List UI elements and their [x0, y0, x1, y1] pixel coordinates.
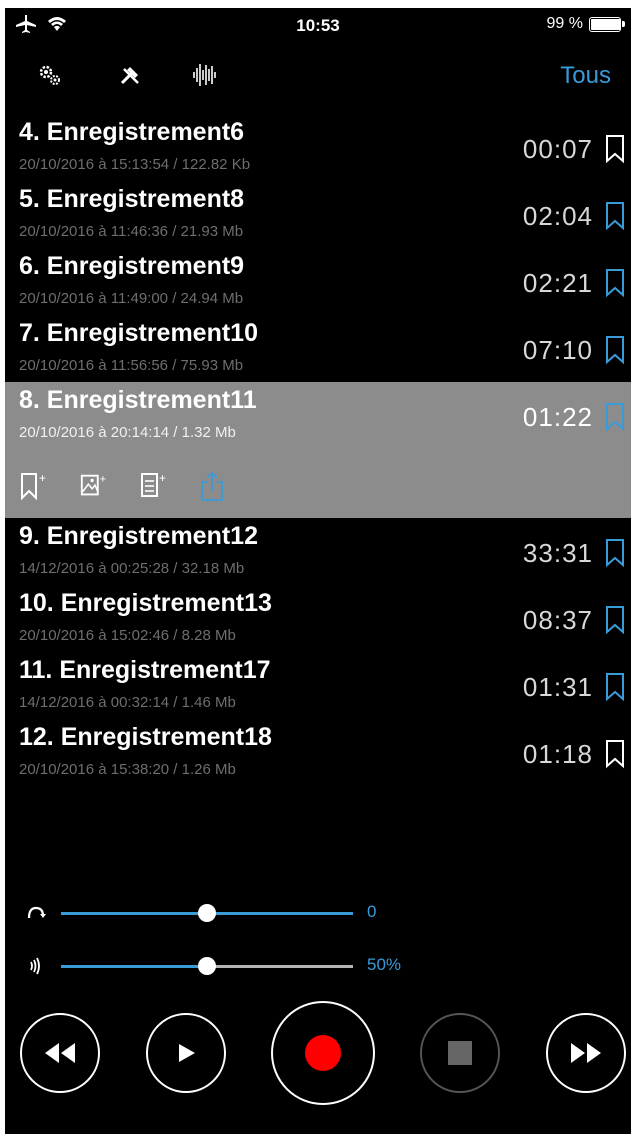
recording-meta: 20/10/2016 à 11:49:00 / 24.94 Mb — [19, 290, 244, 307]
recording-title: 8. Enregistrement11 — [19, 386, 257, 414]
recording-meta: 20/10/2016 à 11:56:56 / 75.93 Mb — [19, 357, 244, 374]
recording-title: 4. Enregistrement6 — [19, 118, 245, 146]
recording-row[interactable]: 11. Enregistrement17 14/12/2016 à 00:32:1… — [5, 652, 631, 719]
recording-title: 6. Enregistrement9 — [19, 252, 245, 280]
stop-icon — [448, 1041, 472, 1065]
battery-percent: 99 % — [546, 15, 583, 32]
svg-text:+: + — [100, 473, 107, 485]
recording-duration: 07:10 — [522, 335, 593, 365]
recording-duration: 00:07 — [522, 134, 593, 164]
bookmark-icon[interactable] — [605, 268, 625, 298]
recording-duration: 01:31 — [522, 672, 593, 702]
recording-duration: 08:37 — [522, 605, 593, 635]
recording-row[interactable]: 8. Enregistrement11 20/10/2016 à 20:14:14… — [5, 382, 631, 518]
recording-duration: 02:21 — [522, 268, 593, 298]
add-note-icon[interactable]: + — [139, 470, 169, 502]
recordings-list: 4. Enregistrement6 20/10/2016 à 15:13:54 … — [5, 114, 631, 786]
transport-controls — [5, 996, 631, 1116]
recording-row[interactable]: 9. Enregistrement12 14/12/2016 à 00:25:28… — [5, 518, 631, 585]
stop-button[interactable] — [420, 1013, 500, 1093]
app-screen: 10:53 99 % Tous 4. Enregistrement6 20/10… — [5, 8, 631, 1134]
battery-icon — [589, 16, 625, 32]
recording-title: 11. Enregistrement17 — [19, 656, 271, 684]
repeat-slider[interactable] — [61, 904, 353, 922]
recording-row[interactable]: 5. Enregistrement8 20/10/2016 à 11:46:36 … — [5, 181, 631, 248]
recording-title: 7. Enregistrement10 — [19, 319, 258, 347]
recording-duration: 01:22 — [522, 402, 593, 432]
recording-meta: 20/10/2016 à 15:13:54 / 122.82 Kb — [19, 156, 251, 173]
repeat-slider-thumb[interactable] — [198, 904, 216, 922]
undo-arrow-icon — [25, 902, 47, 924]
recording-row[interactable]: 6. Enregistrement9 20/10/2016 à 11:49:00 … — [5, 248, 631, 315]
recording-title: 5. Enregistrement8 — [19, 185, 245, 213]
share-icon[interactable] — [199, 470, 229, 502]
fast-forward-icon — [571, 1043, 601, 1063]
rewind-button[interactable] — [20, 1013, 100, 1093]
recording-row[interactable]: 4. Enregistrement6 20/10/2016 à 15:13:54 … — [5, 114, 631, 181]
repeat-value: 0 — [367, 902, 377, 921]
recording-duration: 33:31 — [522, 538, 593, 568]
sound-waves-icon — [25, 955, 47, 977]
recording-meta: 20/10/2016 à 20:14:14 / 1.32 Mb — [19, 424, 236, 441]
status-bar: 10:53 99 % — [5, 8, 631, 44]
record-button[interactable] — [271, 1001, 375, 1105]
toolbar: Tous — [5, 54, 631, 98]
play-button[interactable] — [146, 1013, 226, 1093]
recording-duration: 01:18 — [522, 739, 593, 769]
status-time: 10:53 — [296, 16, 340, 35]
svg-text:+: + — [39, 471, 46, 485]
add-image-icon[interactable]: + — [79, 470, 109, 502]
bookmark-icon[interactable] — [605, 134, 625, 164]
tools-icon[interactable] — [115, 60, 145, 90]
volume-slider-thumb[interactable] — [198, 957, 216, 975]
volume-value: 50% — [367, 955, 402, 974]
bookmark-icon[interactable] — [605, 672, 625, 702]
battery-fill — [591, 18, 621, 30]
volume-slider-row: 50% — [5, 951, 631, 981]
bookmark-icon[interactable] — [605, 538, 625, 568]
bookmark-icon[interactable] — [605, 402, 625, 432]
bookmark-icon[interactable] — [605, 605, 625, 635]
recording-meta: 14/12/2016 à 00:25:28 / 32.18 Mb — [19, 560, 245, 577]
bookmark-icon[interactable] — [605, 335, 625, 365]
recording-row[interactable]: 12. Enregistrement18 20/10/2016 à 15:38:2… — [5, 719, 631, 786]
fast-forward-button[interactable] — [546, 1013, 626, 1093]
add-bookmark-icon[interactable]: + — [19, 470, 49, 502]
bookmark-icon[interactable] — [605, 739, 625, 769]
recording-title: 12. Enregistrement18 — [19, 723, 272, 751]
recording-title: 10. Enregistrement13 — [19, 589, 272, 617]
volume-slider[interactable] — [61, 957, 353, 975]
play-icon — [179, 1044, 195, 1062]
recording-title: 9. Enregistrement12 — [19, 522, 258, 550]
recording-meta: 20/10/2016 à 15:02:46 / 8.28 Mb — [19, 627, 236, 644]
record-icon — [305, 1035, 341, 1071]
recording-meta: 20/10/2016 à 15:38:20 / 1.26 Mb — [19, 761, 236, 778]
svg-text:+: + — [159, 471, 166, 485]
filter-all-button[interactable]: Tous — [560, 62, 611, 90]
repeat-slider-row: 0 — [5, 898, 631, 928]
settings-gears-icon[interactable] — [35, 60, 65, 90]
recording-row[interactable]: 10. Enregistrement13 20/10/2016 à 15:02:4… — [5, 585, 631, 652]
bookmark-icon[interactable] — [605, 201, 625, 231]
rewind-icon — [45, 1043, 75, 1063]
waveform-icon[interactable] — [190, 60, 220, 90]
recording-actions: + + + — [19, 470, 229, 502]
recording-meta: 14/12/2016 à 00:32:14 / 1.46 Mb — [19, 694, 236, 711]
recording-meta: 20/10/2016 à 11:46:36 / 21.93 Mb — [19, 223, 244, 240]
recording-row[interactable]: 7. Enregistrement10 20/10/2016 à 11:56:56… — [5, 315, 631, 382]
recording-duration: 02:04 — [522, 201, 593, 231]
